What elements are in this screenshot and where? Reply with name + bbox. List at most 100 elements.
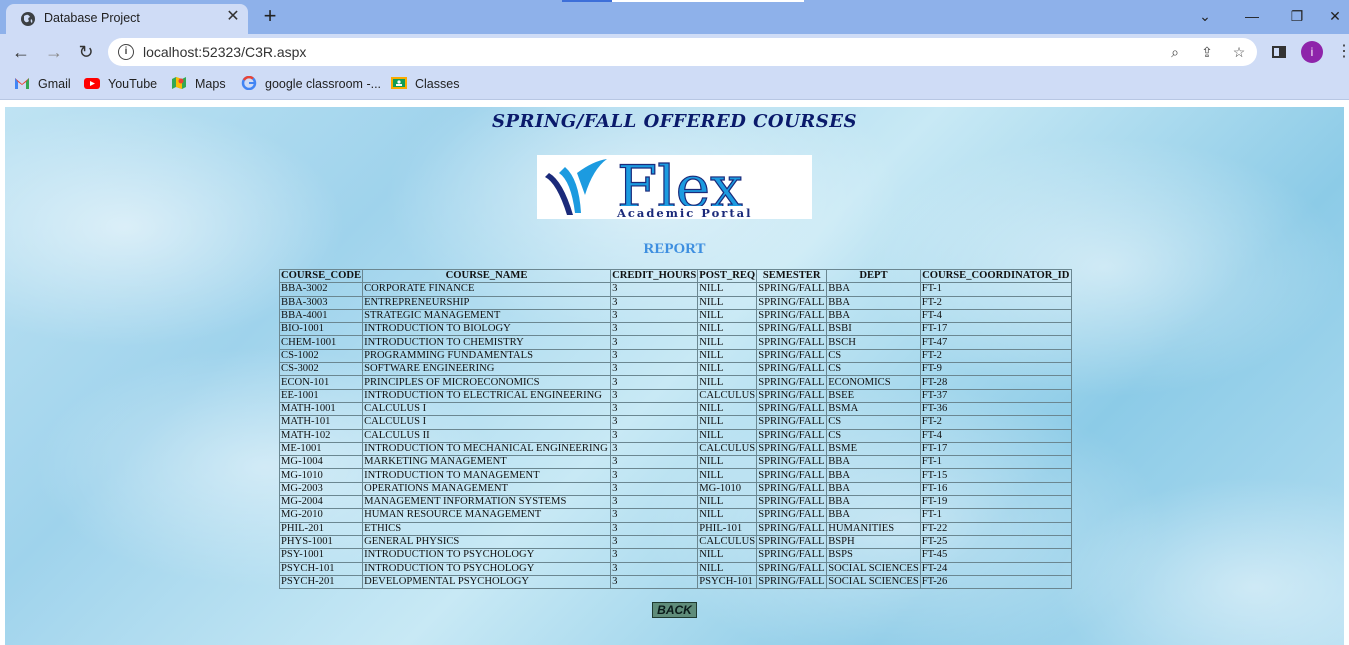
globe-icon [20,11,36,27]
address-bar[interactable]: i localhost:52323/C3R.aspx ⌕ ⇪ ☆ [108,38,1257,66]
star-icon[interactable]: ☆ [1230,43,1248,61]
table-cell: ECONOMICS [826,375,921,390]
table-cell: SPRING/FALL [756,495,828,510]
table-row: MG-1004 MARKETING MANAGEMENT 3 NILL SPRING/F… [278,455,1072,470]
page-viewport: SPRING/FALL OFFERED COURSES Flex Academi… [5,107,1344,645]
table-cell: EE-1001 [278,388,364,403]
bookmark-label: google classroom -... [265,77,382,91]
table-row: MATH-101 CALCULUS I 3 NILL SPRING/FALL CS FT-2 [278,415,1072,430]
table-cell: 3 [610,282,699,297]
profile-avatar[interactable]: i [1301,41,1323,63]
table-row: PSYCH-101 INTRODUCTION TO PSYCHOLOGY 3 NILL… [278,561,1072,576]
bookmark-youtube[interactable]: YouTube [84,76,157,94]
table-cell: FT-37 [919,388,1072,403]
table-cell: NILL [697,295,758,310]
table-cell: NILL [697,428,758,443]
table-cell: BBA [826,282,921,297]
table-cell: MARKETING MANAGEMENT [362,455,612,470]
table-cell: MG-2003 [278,481,364,497]
table-cell: BBA [826,308,921,324]
table-cell: NILL [697,308,758,324]
share-icon[interactable]: ⇪ [1198,43,1216,61]
table-row: MG-1010 INTRODUCTION TO MANAGEMENT 3 NILL SP… [278,468,1072,483]
bookmark-label: Maps [195,77,226,91]
bookmark-classes[interactable]: Classes [391,76,459,94]
table-cell: FT-1 [919,282,1072,297]
column-header: POST_REQ [697,268,758,284]
table-cell: FT-15 [919,468,1072,483]
table-cell: SOCIAL SCIENCES [826,561,921,576]
table-cell: 3 [610,561,699,576]
table-cell: NILL [697,508,758,523]
table-header-row: COURSE_CODE COURSE_NAME CREDIT_HOURS POS… [278,268,1072,284]
youtube-icon [84,76,100,90]
table-cell: SPRING/FALL [756,282,828,297]
classroom-icon [391,76,407,90]
menu-kebab-icon[interactable]: ⋮ [1336,42,1349,62]
table-cell: 3 [610,534,699,550]
close-window-button[interactable]: ✕ [1320,5,1349,27]
table-cell: SPRING/FALL [756,534,828,550]
browser-tab[interactable]: Database Project ✕ [6,4,248,34]
browser-toolbar: ← → ↻ i localhost:52323/C3R.aspx ⌕ ⇪ ☆ i… [0,34,1349,70]
reload-icon[interactable]: ↻ [74,40,98,64]
tab-strip-accent [562,0,612,2]
flex-logo: Flex Academic Portal [537,155,812,219]
bookmark-label: Gmail [38,77,71,91]
table-cell: CHEM-1001 [278,335,364,350]
bookmark-maps[interactable]: Maps [171,76,226,94]
table-row: MATH-102 CALCULUS II 3 NILL SPRING/FALL CS FT-… [278,428,1072,443]
close-tab-icon[interactable]: ✕ [224,8,242,26]
back-arrow-icon[interactable]: ← [9,40,33,64]
table-cell: CALCULUS [697,388,758,403]
table-cell: 3 [610,375,699,390]
courses-table: COURSE_CODE COURSE_NAME CREDIT_HOURS POS… [278,268,1072,590]
table-row: MG-2003 OPERATIONS MANAGEMENT 3 MG-1010 SPRI… [278,481,1072,497]
bookmark-gmail[interactable]: Gmail [14,76,71,94]
table-cell: SPRING/FALL [756,322,828,337]
chevron-down-icon[interactable]: ⌄ [1190,5,1220,27]
column-header: COURSE_COORDINATOR_ID [919,268,1072,284]
table-cell: INTRODUCTION TO MECHANICAL ENGINEERING [362,441,612,457]
table-cell: 3 [610,468,699,483]
table-cell: ECON-101 [278,375,364,390]
table-cell: CS [826,362,921,377]
table-cell: BSME [826,441,921,457]
site-info-icon[interactable]: i [118,44,134,60]
table-cell: FT-28 [919,375,1072,390]
table-cell: PSY-1001 [278,548,364,563]
table-cell: SPRING/FALL [756,428,828,443]
table-cell: 3 [610,335,699,350]
table-cell: SPRING/FALL [756,295,828,310]
table-cell: FT-24 [919,561,1072,576]
table-cell: SPRING/FALL [756,521,828,536]
table-cell: SPRING/FALL [756,308,828,324]
forward-arrow-icon[interactable]: → [42,40,66,64]
bookmark-label: YouTube [108,77,158,91]
table-cell: NILL [697,335,758,350]
side-panel-icon[interactable] [1272,46,1286,58]
restore-button[interactable]: ❐ [1282,5,1312,27]
table-cell: SPRING/FALL [756,574,828,590]
table-row: CHEM-1001 INTRODUCTION TO CHEMISTRY 3 NILL S… [278,335,1072,350]
url-text: localhost:52323/C3R.aspx [143,44,307,60]
table-cell: 3 [610,495,699,510]
table-cell: PHIL-101 [697,521,758,536]
table-cell: MG-2004 [278,495,364,510]
new-tab-button[interactable]: + [258,5,282,29]
table-cell: 3 [610,521,699,536]
table-cell: INTRODUCTION TO CHEMISTRY [362,335,612,350]
bookmark-google-classroom[interactable]: google classroom -... [241,75,382,94]
table-cell: SPRING/FALL [756,481,828,497]
table-cell: BSPH [826,534,921,550]
table-cell: DEVELOPMENTAL PSYCHOLOGY [362,574,612,590]
zoom-icon[interactable]: ⌕ [1166,43,1184,61]
table-cell: MG-1004 [278,455,364,470]
maps-icon [171,76,187,90]
minimize-button[interactable]: — [1237,5,1267,27]
table-body: BBA-3002 CORPORATE FINANCE 3 NILL SPRING/FAL… [278,282,1072,590]
table-cell: FT-2 [919,295,1072,310]
back-button[interactable]: BACK [652,602,697,618]
table-cell: 3 [610,295,699,310]
table-cell: PHYS-1001 [278,534,364,550]
